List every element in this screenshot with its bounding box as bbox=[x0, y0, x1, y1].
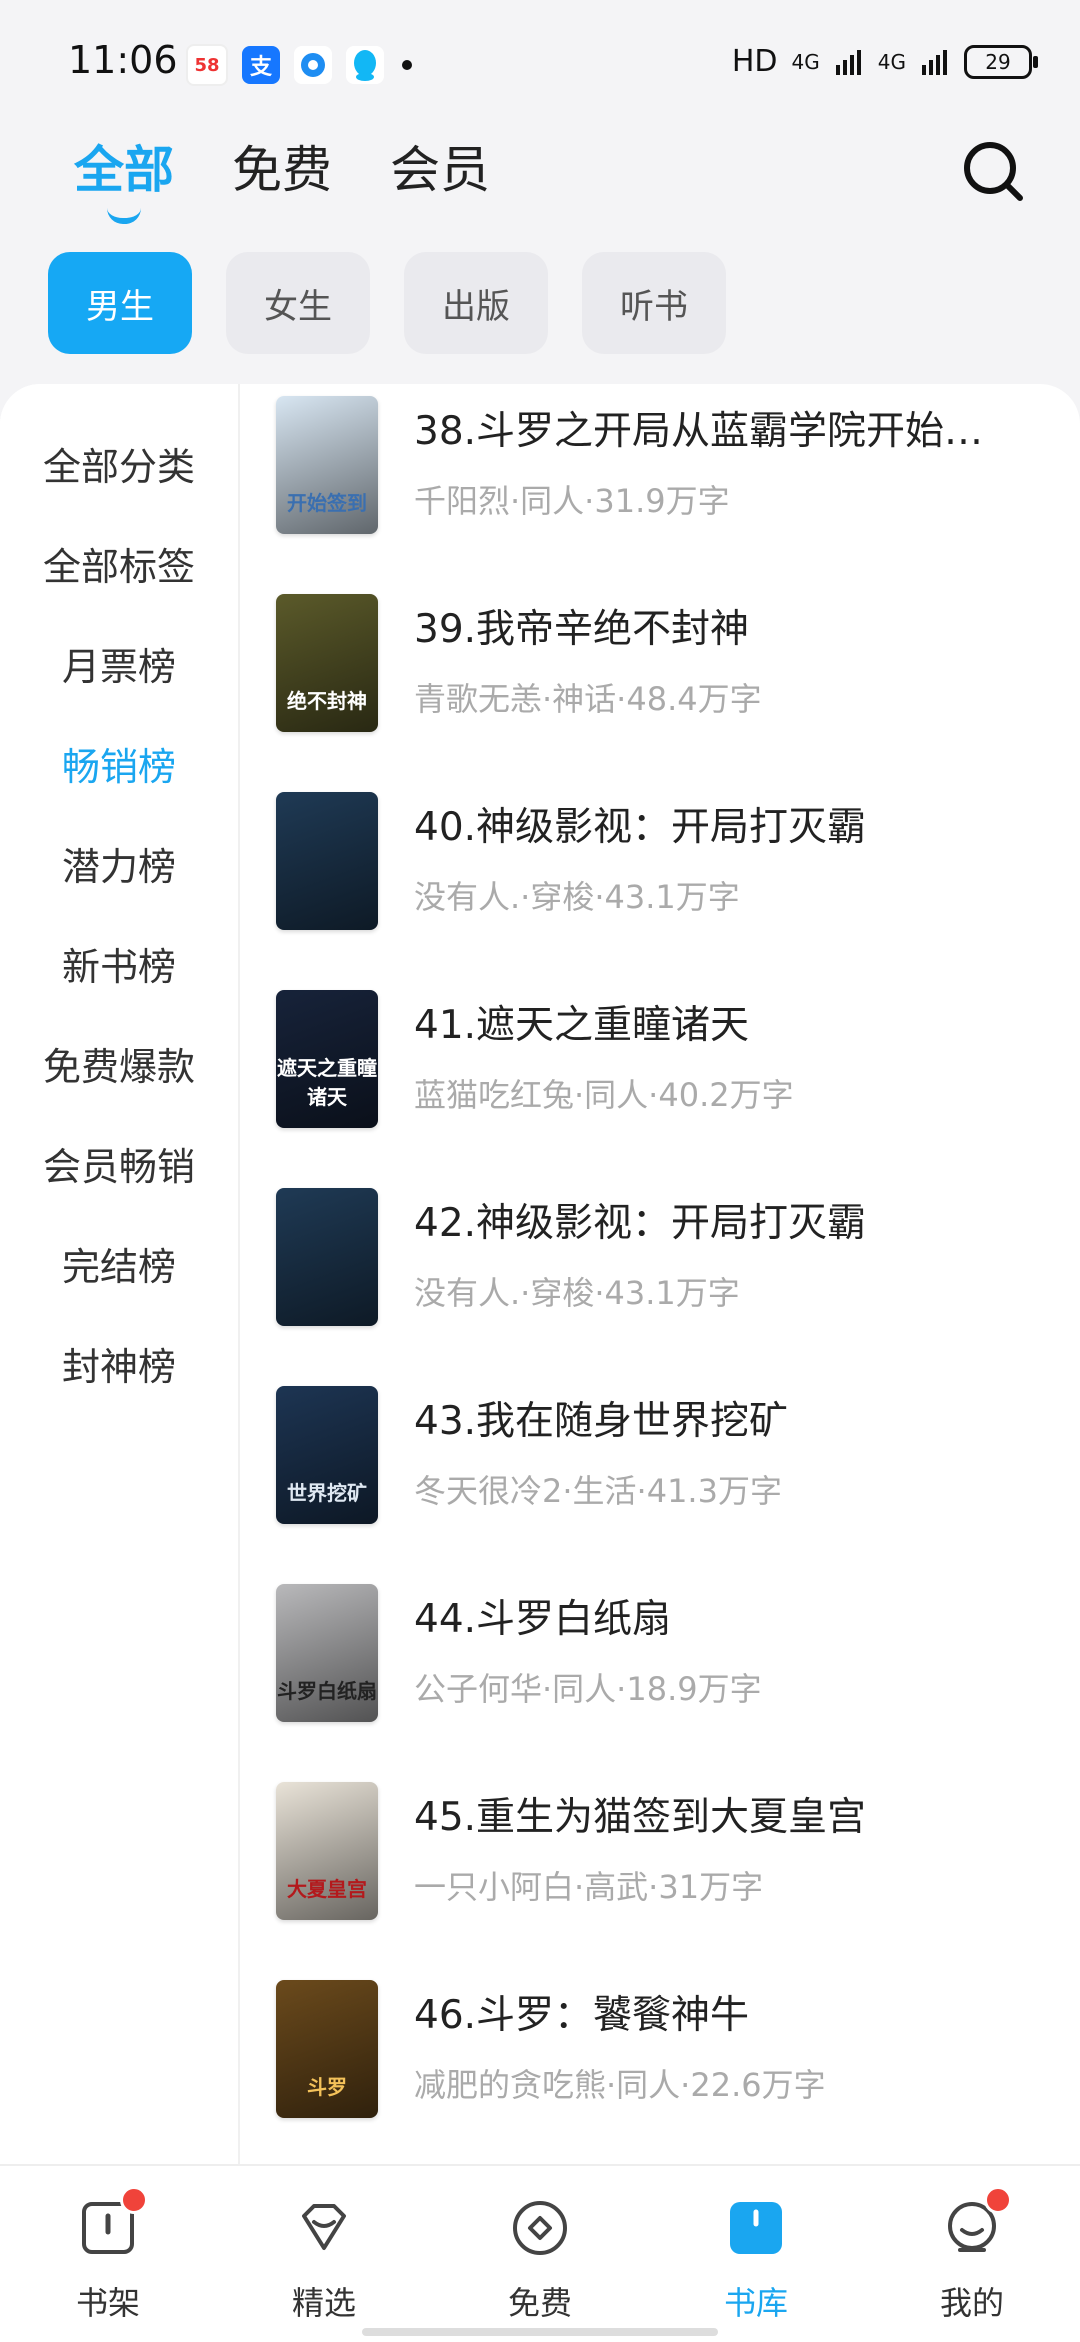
bookshelf-icon bbox=[76, 2186, 148, 2260]
network-4g-1: 4G bbox=[791, 49, 820, 74]
list-item[interactable]: 遮天之重瞳诸天 41.遮天之重瞳诸天 蓝猫吃红兔·同人·40.2万字 bbox=[276, 990, 1056, 1130]
sidebar-item-all-categories[interactable]: 全部分类 bbox=[0, 436, 238, 491]
hd-indicator: HD bbox=[731, 44, 778, 79]
book-title: 45.重生为猫签到大夏皇宫 bbox=[414, 1795, 867, 1840]
nav-label: 书库 bbox=[723, 2284, 788, 2322]
list-item[interactable]: 世界挖矿 43.我在随身世界挖矿 冬天很冷2·生活·41.3万字 bbox=[276, 1386, 1056, 1526]
list-item[interactable]: 40.神级影视：开局打灭霸 没有人.·穿梭·43.1万字 bbox=[276, 792, 1056, 932]
book-cover: 斗罗 bbox=[276, 1980, 378, 2118]
tab-free[interactable]: 免费 bbox=[232, 130, 332, 202]
browser-icon bbox=[294, 46, 332, 84]
nav-label: 书架 bbox=[75, 2284, 140, 2322]
coin-icon bbox=[508, 2196, 572, 2260]
library-icon bbox=[724, 2196, 788, 2260]
qq-icon bbox=[346, 46, 384, 84]
book-title: 40.神级影视：开局打灭霸 bbox=[414, 805, 867, 850]
chip-publish[interactable]: 出版 bbox=[404, 252, 548, 354]
top-tabs: 全部 免费 会员 bbox=[74, 130, 490, 202]
category-sidebar: 全部分类 全部标签 月票榜 畅销榜 潜力榜 新书榜 免费爆款 会员畅销 完结榜 … bbox=[0, 384, 240, 2164]
badge-dot bbox=[984, 2186, 1012, 2214]
status-bar: 11:06 58 支 HD 4G 4G 29 bbox=[0, 0, 1080, 120]
sidebar-item-completed[interactable]: 完结榜 bbox=[0, 1236, 238, 1291]
alipay-icon: 支 bbox=[242, 46, 280, 84]
book-title: 38.斗罗之开局从蓝霸学院开始… bbox=[414, 409, 984, 454]
book-cover: 遮天之重瞳诸天 bbox=[276, 990, 378, 1128]
battery-icon: 29 bbox=[964, 44, 1038, 79]
sidebar-item-monthly-ticket[interactable]: 月票榜 bbox=[0, 636, 238, 691]
book-meta: 冬天很冷2·生活·41.3万字 bbox=[414, 1472, 782, 1510]
tab-vip[interactable]: 会员 bbox=[390, 130, 490, 202]
book-meta: 减肥的贪吃熊·同人·22.6万字 bbox=[414, 2066, 826, 2104]
sidebar-item-free-hits[interactable]: 免费爆款 bbox=[0, 1036, 238, 1091]
book-title: 43.我在随身世界挖矿 bbox=[414, 1399, 789, 1444]
book-cover bbox=[276, 1188, 378, 1326]
list-item[interactable]: 斗罗白纸扇 44.斗罗白纸扇 公子何华·同人·18.9万字 bbox=[276, 1584, 1056, 1724]
status-time: 11:06 bbox=[68, 38, 178, 82]
book-title: 46.斗罗：饕餮神牛 bbox=[414, 1993, 750, 2038]
sidebar-item-vip-bestseller[interactable]: 会员畅销 bbox=[0, 1136, 238, 1191]
sidebar-item-all-tags[interactable]: 全部标签 bbox=[0, 536, 238, 591]
app-58-icon: 58 bbox=[186, 44, 228, 86]
network-4g-2: 4G bbox=[877, 49, 906, 74]
search-icon[interactable] bbox=[958, 136, 1028, 206]
nav-profile[interactable]: 我的 bbox=[902, 2186, 1042, 2324]
diamond-icon bbox=[292, 2196, 356, 2260]
book-cover: 绝不封神 bbox=[276, 594, 378, 732]
book-meta: 没有人.·穿梭·43.1万字 bbox=[414, 1274, 740, 1312]
profile-icon bbox=[940, 2186, 1012, 2260]
nav-featured[interactable]: 精选 bbox=[254, 2196, 394, 2324]
nav-label: 我的 bbox=[939, 2284, 1004, 2322]
list-item[interactable]: 开始签到 38.斗罗之开局从蓝霸学院开始… 千阳烈·同人·31.9万字 bbox=[276, 396, 1056, 536]
book-title: 42.神级影视：开局打灭霸 bbox=[414, 1201, 867, 1246]
book-title: 44.斗罗白纸扇 bbox=[414, 1597, 672, 1642]
sidebar-item-bestseller[interactable]: 畅销榜 bbox=[0, 736, 238, 791]
book-meta: 千阳烈·同人·31.9万字 bbox=[414, 482, 730, 520]
book-title: 39.我帝辛绝不封神 bbox=[414, 607, 750, 652]
nav-library[interactable]: 书库 bbox=[686, 2196, 826, 2324]
signal-icon-2 bbox=[922, 49, 947, 75]
book-meta: 青歌无恙·神话·48.4万字 bbox=[414, 680, 762, 718]
list-item[interactable]: 绝不封神 39.我帝辛绝不封神 青歌无恙·神话·48.4万字 bbox=[276, 594, 1056, 734]
book-cover: 开始签到 bbox=[276, 396, 378, 534]
sidebar-item-legend[interactable]: 封神榜 bbox=[0, 1336, 238, 1391]
nav-label: 精选 bbox=[291, 2284, 356, 2322]
book-cover: 斗罗白纸扇 bbox=[276, 1584, 378, 1722]
book-meta: 没有人.·穿梭·43.1万字 bbox=[414, 878, 740, 916]
nav-free[interactable]: 免费 bbox=[470, 2196, 610, 2324]
notification-icons: 58 支 bbox=[186, 44, 412, 86]
badge-dot bbox=[120, 2186, 148, 2214]
tab-all[interactable]: 全部 bbox=[74, 130, 174, 202]
gender-filter: 男生 女生 出版 听书 bbox=[48, 252, 726, 354]
home-indicator[interactable] bbox=[362, 2328, 718, 2336]
sidebar-item-potential[interactable]: 潜力榜 bbox=[0, 836, 238, 891]
chip-audiobook[interactable]: 听书 bbox=[582, 252, 726, 354]
list-item[interactable]: 斗罗 46.斗罗：饕餮神牛 减肥的贪吃熊·同人·22.6万字 bbox=[276, 1980, 1056, 2120]
chip-female[interactable]: 女生 bbox=[226, 252, 370, 354]
nav-label: 免费 bbox=[507, 2284, 572, 2322]
book-meta: 一只小阿白·高武·31万字 bbox=[414, 1868, 764, 1906]
bottom-nav: 书架 精选 免费 书库 我的 bbox=[0, 2164, 1080, 2342]
nav-bookshelf[interactable]: 书架 bbox=[38, 2186, 178, 2324]
content-panel: 全部分类 全部标签 月票榜 畅销榜 潜力榜 新书榜 免费爆款 会员畅销 完结榜 … bbox=[0, 384, 1080, 2164]
book-meta: 蓝猫吃红兔·同人·40.2万字 bbox=[414, 1076, 794, 1114]
book-cover bbox=[276, 792, 378, 930]
sidebar-item-new-books[interactable]: 新书榜 bbox=[0, 936, 238, 991]
list-item[interactable]: 42.神级影视：开局打灭霸 没有人.·穿梭·43.1万字 bbox=[276, 1188, 1056, 1328]
more-notifications-dot bbox=[402, 60, 412, 70]
book-meta: 公子何华·同人·18.9万字 bbox=[414, 1670, 762, 1708]
book-title: 41.遮天之重瞳诸天 bbox=[414, 1003, 750, 1048]
list-item[interactable]: 大夏皇宫 45.重生为猫签到大夏皇宫 一只小阿白·高武·31万字 bbox=[276, 1782, 1056, 1922]
chip-male[interactable]: 男生 bbox=[48, 252, 192, 354]
signal-icon-1 bbox=[835, 49, 861, 75]
system-indicators: HD 4G 4G 29 bbox=[731, 44, 1038, 79]
book-cover: 世界挖矿 bbox=[276, 1386, 378, 1524]
book-cover: 大夏皇宫 bbox=[276, 1782, 378, 1920]
